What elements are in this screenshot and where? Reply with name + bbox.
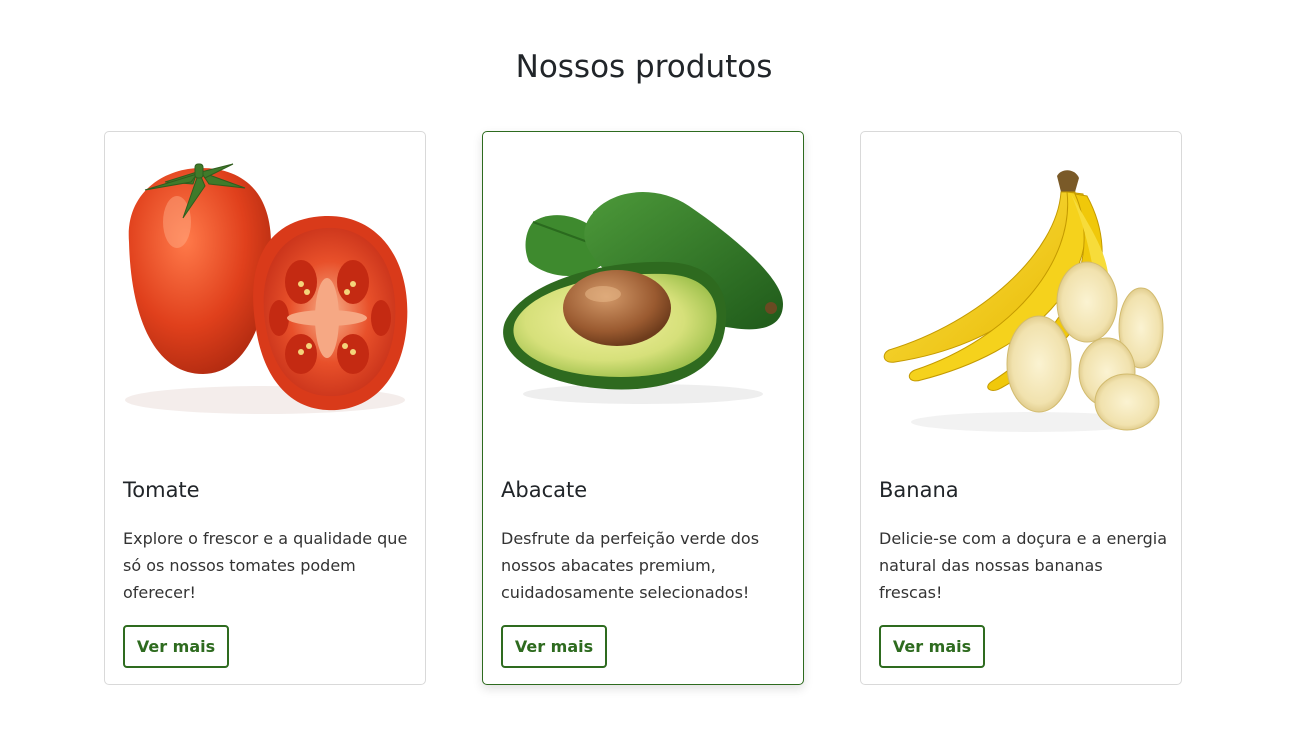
card-title: Tomate — [123, 478, 200, 502]
section-title: Nossos produtos — [515, 49, 773, 85]
card-description: Delicie-se com a doçura e a energia natu… — [879, 529, 1168, 602]
card-title: Banana — [879, 478, 959, 502]
tomato-image — [105, 132, 425, 452]
product-card-abacate: Abacate Desfrute da perfeição verde dos … — [482, 131, 804, 685]
product-card-tomate: Tomate Explore o frescor e a qualidade q… — [104, 131, 426, 685]
card-title: Abacate — [501, 478, 588, 502]
card-description: Explore o frescor e a qualidade que só o… — [123, 529, 408, 602]
ver-mais-button-tomate[interactable]: Ver mais — [123, 625, 229, 668]
ver-mais-button-abacate[interactable]: Ver mais — [501, 625, 607, 668]
product-card-banana: Banana Delicie-se com a doçura e a energ… — [860, 131, 1182, 685]
banana-image — [861, 132, 1181, 452]
ver-mais-button-banana[interactable]: Ver mais — [879, 625, 985, 668]
products-section: Nossos produtos Tomate Explore o frescor… — [0, 0, 1309, 736]
card-description: Desfrute da perfeição verde dos nossos a… — [501, 529, 760, 602]
avocado-image — [483, 132, 803, 452]
